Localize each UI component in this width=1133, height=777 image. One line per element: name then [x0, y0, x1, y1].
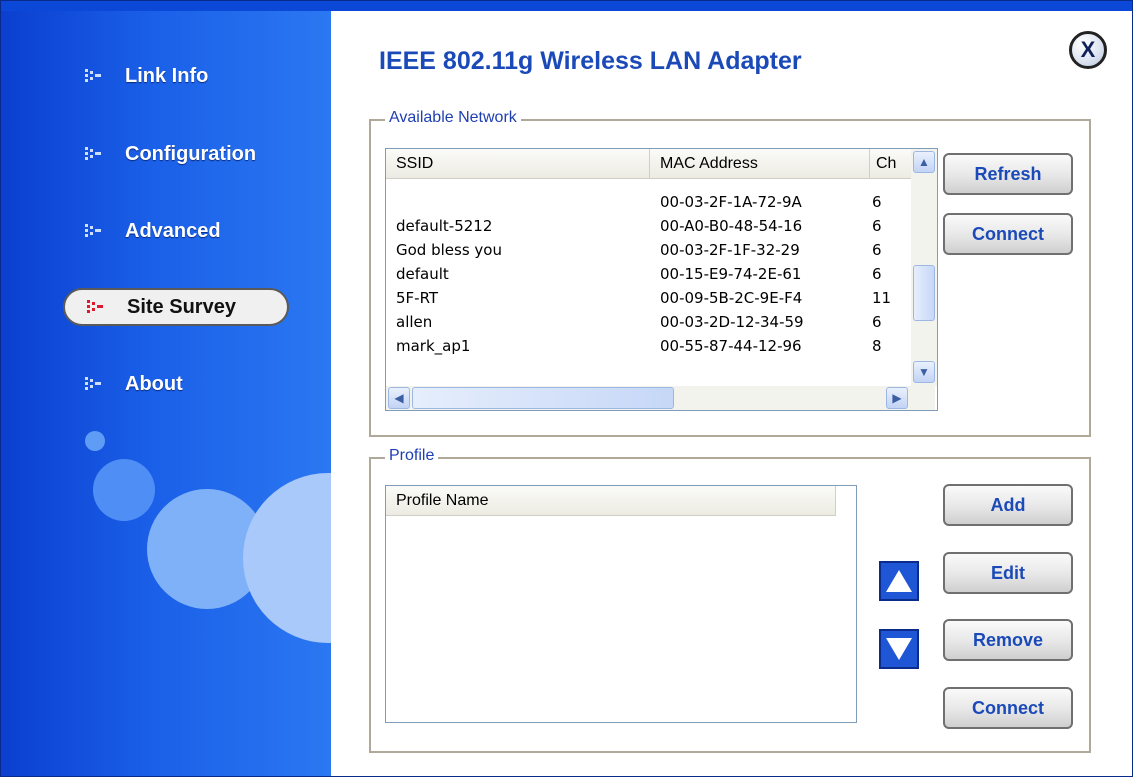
move-up-icon[interactable] [879, 561, 919, 601]
channel-cell: 8 [872, 337, 882, 355]
ssid-cell: mark_ap1 [396, 337, 471, 355]
profile-list[interactable]: Profile Name [385, 485, 857, 723]
column-header-profile-name[interactable]: Profile Name [386, 486, 836, 516]
ssid-cell: 5F-RT [396, 289, 439, 307]
mac-cell: 00-A0-B0-48-54-16 [660, 217, 803, 235]
table-row[interactable]: default 00-15-E9-74-2E-61 6 [386, 261, 906, 285]
page-title: IEEE 802.11g Wireless LAN Adapter [379, 47, 802, 75]
decor-bubble [243, 473, 331, 643]
column-header-ssid[interactable]: SSID [386, 149, 650, 179]
edit-profile-button[interactable]: Edit [943, 552, 1073, 594]
remove-profile-button[interactable]: Remove [943, 619, 1073, 661]
horizontal-scrollbar[interactable]: ◀ ▶ [386, 386, 935, 410]
sidebar-item-label: Site Survey [127, 295, 236, 318]
column-header-channel[interactable]: Ch [870, 149, 912, 179]
mac-cell: 00-55-87-44-12-96 [660, 337, 802, 355]
sidebar-item-advanced[interactable]: Advanced [63, 212, 289, 250]
sidebar-item-link-info[interactable]: Link Info [63, 57, 289, 95]
group-label: Available Network [385, 109, 521, 127]
mac-cell: 00-09-5B-2C-9E-F4 [660, 289, 803, 307]
sidebar-item-label: About [125, 372, 183, 395]
scroll-up-icon[interactable]: ▲ [913, 151, 935, 173]
ssid-cell: God bless you [396, 241, 502, 259]
available-network-group: Available Network SSID MAC Address Ch 00… [369, 109, 1091, 437]
app-window: Link Info Configuration Advanced Site Su… [0, 0, 1133, 777]
ssid-cell: default-5212 [396, 217, 493, 235]
channel-cell: 6 [872, 193, 882, 211]
sidebar-item-configuration[interactable]: Configuration [63, 135, 289, 173]
scroll-right-icon[interactable]: ▶ [886, 387, 908, 409]
refresh-button[interactable]: Refresh [943, 153, 1073, 195]
mac-cell: 00-03-2F-1F-32-29 [660, 241, 800, 259]
connect-network-button[interactable]: Connect [943, 213, 1073, 255]
table-row[interactable]: 5F-RT 00-09-5B-2C-9E-F4 11 [386, 285, 906, 309]
mac-cell: 00-15-E9-74-2E-61 [660, 265, 802, 283]
table-row[interactable]: mark_ap1 00-55-87-44-12-96 8 [386, 333, 906, 357]
connect-profile-button[interactable]: Connect [943, 687, 1073, 729]
channel-cell: 11 [872, 289, 892, 307]
mac-cell: 00-03-2D-12-34-59 [660, 313, 804, 331]
top-border [1, 1, 1132, 11]
scroll-left-icon[interactable]: ◀ [388, 387, 410, 409]
move-down-icon[interactable] [879, 629, 919, 669]
add-profile-button[interactable]: Add [943, 484, 1073, 526]
sidebar-item-label: Configuration [125, 142, 257, 165]
network-list[interactable]: SSID MAC Address Ch 00-03-2F-1A-72-9A 6 … [385, 148, 938, 411]
mac-cell: 00-03-2F-1A-72-9A [660, 193, 802, 211]
decor-bubble [93, 459, 155, 521]
close-icon[interactable]: X [1069, 31, 1107, 69]
sidebar-item-label: Link Info [125, 64, 209, 87]
channel-cell: 6 [872, 241, 882, 259]
sidebar-item-label: Advanced [125, 219, 221, 242]
table-row[interactable]: 00-03-2F-1A-72-9A 6 [386, 189, 906, 213]
main-panel: IEEE 802.11g Wireless LAN Adapter X Avai… [331, 11, 1132, 776]
vertical-scrollbar[interactable]: ▲ ▼ [911, 149, 937, 386]
table-row[interactable]: allen 00-03-2D-12-34-59 6 [386, 309, 906, 333]
sidebar-item-about[interactable]: About [63, 365, 289, 403]
channel-cell: 6 [872, 265, 882, 283]
table-row[interactable]: God bless you 00-03-2F-1F-32-29 6 [386, 237, 906, 261]
scroll-down-icon[interactable]: ▼ [913, 361, 935, 383]
ssid-cell: default [396, 265, 449, 283]
channel-cell: 6 [872, 313, 882, 331]
scroll-thumb[interactable] [412, 387, 674, 409]
dots-arrow-icon [85, 223, 103, 239]
dots-arrow-icon [87, 299, 105, 315]
dots-arrow-icon [85, 376, 103, 392]
decor-bubble [85, 431, 105, 451]
ssid-cell: allen [396, 313, 433, 331]
scroll-thumb[interactable] [913, 265, 935, 321]
column-header-mac[interactable]: MAC Address [650, 149, 870, 179]
group-label: Profile [385, 447, 439, 465]
dots-arrow-icon [85, 146, 103, 162]
sidebar: Link Info Configuration Advanced Site Su… [1, 1, 331, 776]
profile-group: Profile Profile Name Add Edit Remove Con… [369, 447, 1091, 753]
dots-arrow-icon [85, 68, 103, 84]
channel-cell: 6 [872, 217, 882, 235]
sidebar-item-site-survey[interactable]: Site Survey [63, 288, 289, 326]
table-row[interactable]: default-5212 00-A0-B0-48-54-16 6 [386, 213, 906, 237]
